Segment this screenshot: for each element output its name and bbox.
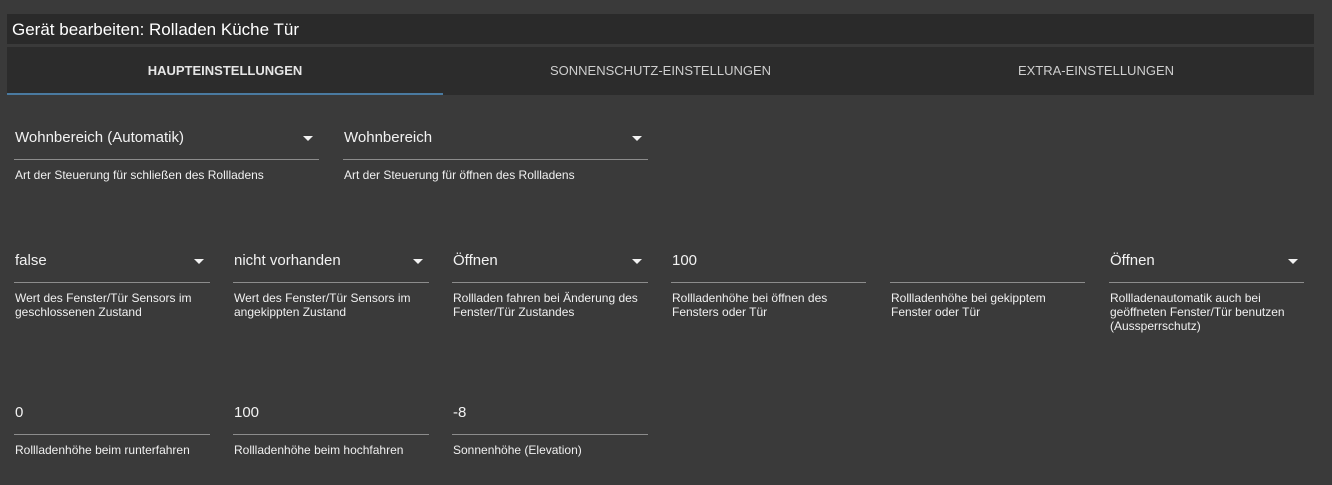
close-control-type-value: Wohnbereich (Automatik) bbox=[15, 129, 184, 146]
height-window-tilted-input[interactable] bbox=[890, 246, 1085, 283]
window-change-action-value: Öffnen bbox=[453, 252, 498, 269]
height-window-tilted-helper: Rollladenhöhe bei gekipptem Fenster oder… bbox=[891, 291, 1046, 319]
sensor-tilted-value-helper: Wert des Fenster/Tür Sensors im angekipp… bbox=[234, 291, 411, 319]
height-up-input[interactable]: 100 bbox=[233, 398, 429, 435]
dropdown-arrow-icon bbox=[632, 259, 642, 264]
height-window-open-input[interactable]: 100 bbox=[671, 246, 866, 283]
close-control-type-select[interactable]: Wohnbereich (Automatik) bbox=[14, 123, 319, 160]
window-change-action-field: Öffnen Rollladen fahren bei Änderung des… bbox=[452, 246, 648, 336]
sun-elevation-field: -8 Sonnenhöhe (Elevation) bbox=[452, 398, 648, 460]
dropdown-arrow-icon bbox=[1288, 259, 1298, 264]
height-window-open-field: 100 Rollladenhöhe bei öffnen des Fenster… bbox=[671, 246, 866, 336]
open-control-type-field: Wohnbereich Art der Steuerung für öffnen… bbox=[343, 123, 648, 193]
close-control-type-helper: Art der Steuerung für schließen des Roll… bbox=[15, 168, 264, 182]
height-down-input[interactable]: 0 bbox=[14, 398, 210, 435]
lockout-protection-field: Öffnen Rollladenautomatik auch bei geöff… bbox=[1109, 246, 1304, 346]
dropdown-arrow-icon bbox=[194, 259, 204, 264]
height-down-field: 0 Rollladenhöhe beim runterfahren bbox=[14, 398, 210, 460]
dialog-title-bar: Gerät bearbeiten: Rolladen Küche Tür bbox=[7, 14, 1314, 44]
lockout-protection-value: Öffnen bbox=[1110, 252, 1155, 269]
sensor-tilted-value: nicht vorhanden bbox=[234, 252, 341, 269]
sensor-closed-value-select[interactable]: false bbox=[14, 246, 210, 283]
dropdown-arrow-icon bbox=[632, 136, 642, 141]
height-down-value: 0 bbox=[15, 404, 24, 421]
open-control-type-value: Wohnbereich bbox=[344, 129, 433, 146]
height-down-helper: Rollladenhöhe beim runterfahren bbox=[15, 443, 190, 457]
height-window-open-value: 100 bbox=[672, 252, 698, 269]
height-window-open-helper: Rollladenhöhe bei öffnen des Fensters od… bbox=[672, 291, 828, 319]
lockout-protection-helper: Rollladenautomatik auch bei geöffneten F… bbox=[1110, 291, 1285, 333]
tab-extra-einstellungen[interactable]: EXTRA-EINSTELLUNGEN bbox=[878, 47, 1314, 95]
sensor-closed-value-helper: Wert des Fenster/Tür Sensors im geschlos… bbox=[15, 291, 192, 319]
window-change-action-select[interactable]: Öffnen bbox=[452, 246, 648, 283]
height-up-field: 100 Rollladenhöhe beim hochfahren bbox=[233, 398, 429, 460]
dropdown-arrow-icon bbox=[303, 136, 313, 141]
sensor-closed-value: false bbox=[15, 252, 47, 269]
close-control-type-field: Wohnbereich (Automatik) Art der Steuerun… bbox=[14, 123, 319, 193]
tab-haupteinstellungen[interactable]: HAUPTEINSTELLUNGEN bbox=[7, 47, 443, 95]
height-up-helper: Rollladenhöhe beim hochfahren bbox=[234, 443, 404, 457]
lockout-protection-select[interactable]: Öffnen bbox=[1109, 246, 1304, 283]
sensor-tilted-value-select[interactable]: nicht vorhanden bbox=[233, 246, 429, 283]
open-control-type-helper: Art der Steuerung für öffnen des Rolllad… bbox=[344, 168, 575, 182]
dialog-title: Gerät bearbeiten: Rolladen Küche Tür bbox=[12, 20, 299, 39]
height-window-tilted-field: Rollladenhöhe bei gekipptem Fenster oder… bbox=[890, 246, 1085, 336]
open-control-type-select[interactable]: Wohnbereich bbox=[343, 123, 648, 160]
sun-elevation-input[interactable]: -8 bbox=[452, 398, 648, 435]
height-up-value: 100 bbox=[234, 404, 260, 421]
sun-elevation-value: -8 bbox=[453, 404, 467, 421]
sun-elevation-helper: Sonnenhöhe (Elevation) bbox=[453, 443, 582, 457]
sensor-tilted-value-field: nicht vorhanden Wert des Fenster/Tür Sen… bbox=[233, 246, 429, 336]
window-change-action-helper: Rollladen fahren bei Änderung des Fenste… bbox=[453, 291, 638, 319]
dropdown-arrow-icon bbox=[413, 259, 423, 264]
tab-sonnenschutz-einstellungen[interactable]: SONNENSCHUTZ-EINSTELLUNGEN bbox=[443, 47, 878, 95]
edit-device-dialog: Gerät bearbeiten: Rolladen Küche Tür HAU… bbox=[0, 0, 1332, 485]
tab-bar: HAUPTEINSTELLUNGEN SONNENSCHUTZ-EINSTELL… bbox=[7, 47, 1314, 95]
sensor-closed-value-field: false Wert des Fenster/Tür Sensors im ge… bbox=[14, 246, 210, 336]
